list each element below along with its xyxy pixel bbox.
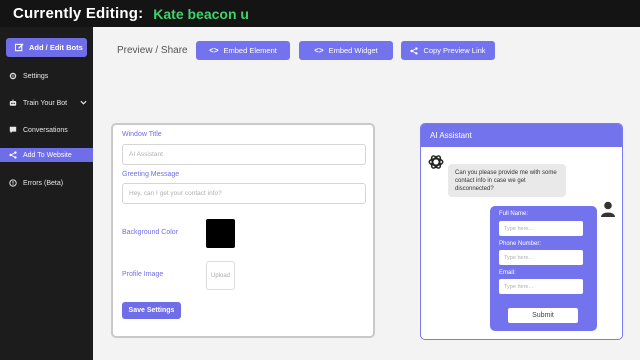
chevron-down-icon[interactable] (80, 100, 87, 107)
code-icon: <> (314, 46, 324, 55)
edit-icon (15, 43, 24, 52)
user-avatar-icon (601, 201, 615, 217)
contact-form: Full Name: Type here... Phone Number: Ty… (490, 206, 597, 331)
copy-preview-link-label: Copy Preview Link (423, 46, 486, 55)
full-name-label: Full Name: (499, 211, 529, 217)
chat-title: AI Assistant (430, 131, 472, 140)
share-icon (9, 151, 17, 159)
copy-preview-link-button[interactable]: Copy Preview Link (401, 41, 495, 60)
phone-number-input[interactable]: Type here... (499, 250, 583, 265)
greeting-message-input[interactable]: Hey, can I get your contact info? (122, 183, 366, 204)
sidebar-item-train-your-bot[interactable]: Train Your Bot (0, 96, 93, 110)
embed-element-button[interactable]: <> Embed Element (196, 41, 290, 60)
openai-logo-icon (428, 155, 444, 169)
background-color-swatch[interactable] (206, 219, 235, 248)
sidebar: Add / Edit Bots Settings Train Your Bot … (0, 27, 93, 360)
share-icon (410, 46, 419, 55)
profile-image-upload[interactable]: Upload (206, 261, 235, 290)
sidebar-item-label: Add To Website (23, 151, 72, 159)
sidebar-item-label: Train Your Bot (23, 99, 68, 107)
email-input[interactable]: Type here... (499, 279, 583, 294)
widget-settings-card: Window Title AI Assistant Greeting Messa… (111, 123, 375, 338)
save-settings-button[interactable]: Save Settings (122, 302, 181, 319)
bot-message-bubble: Can you please provide me with some cont… (448, 164, 566, 197)
profile-image-label: Profile Image (122, 271, 164, 278)
chat-header: AI Assistant (421, 124, 622, 147)
chat-icon (9, 126, 17, 134)
sidebar-item-add-to-website[interactable]: Add To Website (0, 148, 93, 162)
background-color-label: Background Color (122, 229, 179, 236)
chat-widget-preview: AI Assistant Can you please provide me w… (420, 123, 623, 340)
sidebar-item-label: Conversations (23, 126, 68, 134)
embed-element-label: Embed Element (223, 46, 277, 55)
editing-label: Currently Editing: (13, 5, 144, 22)
gear-icon (9, 72, 17, 80)
sidebar-item-errors[interactable]: Errors (Beta) (0, 176, 93, 190)
robot-icon (9, 99, 17, 107)
embed-widget-label: Embed Widget (328, 46, 378, 55)
email-label: Email: (499, 270, 516, 276)
sidebar-item-conversations[interactable]: Conversations (0, 123, 93, 137)
sidebar-item-label: Errors (Beta) (23, 179, 64, 187)
embed-widget-button[interactable]: <> Embed Widget (299, 41, 393, 60)
code-icon: <> (209, 46, 219, 55)
greeting-message-label: Greeting Message (122, 171, 180, 178)
window-title-input[interactable]: AI Assistant (122, 144, 366, 165)
window-title-label: Window Title (122, 131, 162, 138)
current-bot-name: Kate beacon u (153, 5, 249, 22)
phone-number-label: Phone Number: (499, 241, 542, 247)
add-edit-bots-button[interactable]: Add / Edit Bots (6, 38, 87, 57)
breadcrumb: Preview / Share (117, 45, 188, 56)
alert-circle-icon (9, 179, 17, 187)
submit-button[interactable]: Submit (508, 308, 578, 323)
add-edit-bots-label: Add / Edit Bots (29, 43, 83, 52)
sidebar-item-settings[interactable]: Settings (0, 69, 93, 83)
sidebar-item-label: Settings (23, 72, 49, 80)
top-bar: Currently Editing: Kate beacon u (0, 0, 640, 27)
full-name-input[interactable]: Type here... (499, 221, 583, 236)
